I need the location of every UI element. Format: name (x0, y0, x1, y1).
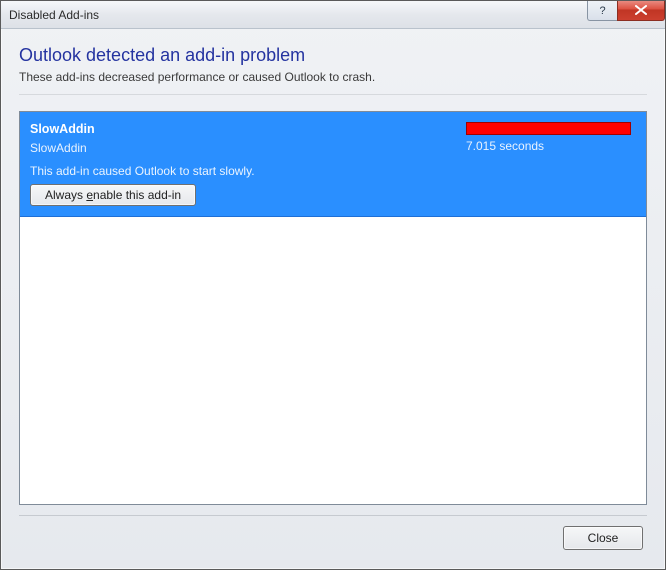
window-controls: ? (587, 1, 665, 28)
enable-label-suffix: nable this add-in (93, 188, 181, 202)
title-bar[interactable]: Disabled Add-ins ? (1, 1, 665, 29)
addin-row: SlowAddin SlowAddin 7.015 seconds (30, 120, 636, 158)
dialog-window: Disabled Add-ins ? Outlook detected an a… (0, 0, 666, 570)
enable-label-prefix: Always (45, 188, 86, 202)
addin-publisher: SlowAddin (30, 138, 466, 158)
addin-metrics: 7.015 seconds (466, 120, 636, 153)
page-heading: Outlook detected an add-in problem (19, 45, 647, 66)
addins-list[interactable]: SlowAddin SlowAddin 7.015 seconds This a… (19, 111, 647, 505)
addin-duration: 7.015 seconds (466, 139, 636, 153)
addin-message: This add-in caused Outlook to start slow… (30, 164, 636, 178)
close-icon (635, 4, 647, 18)
always-enable-button[interactable]: Always enable this add-in (30, 184, 196, 206)
window-close-button[interactable] (617, 1, 665, 21)
header-section: Outlook detected an add-in problem These… (19, 43, 647, 95)
addin-item[interactable]: SlowAddin SlowAddin 7.015 seconds This a… (19, 111, 647, 217)
help-icon: ? (599, 5, 605, 17)
addin-info: SlowAddin SlowAddin (30, 120, 466, 158)
window-title: Disabled Add-ins (9, 8, 587, 22)
dialog-footer: Close (19, 515, 647, 559)
help-button[interactable]: ? (587, 1, 617, 21)
page-subheading: These add-ins decreased performance or c… (19, 70, 647, 92)
addin-name: SlowAddin (30, 120, 466, 138)
performance-bar (466, 122, 631, 135)
client-area: Outlook detected an add-in problem These… (1, 29, 665, 569)
close-button[interactable]: Close (563, 526, 643, 550)
